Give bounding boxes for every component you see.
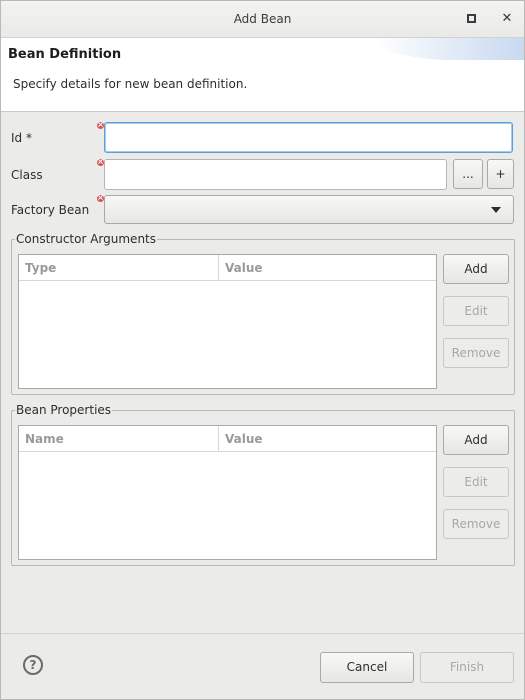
properties-edit-button[interactable]: Edit: [443, 467, 509, 497]
error-decorator-icon: [97, 191, 104, 205]
factory-bean-select[interactable]: [104, 195, 514, 224]
header-banner-graphic: [374, 38, 524, 60]
help-icon[interactable]: ?: [23, 655, 43, 675]
constructor-edit-button[interactable]: Edit: [443, 296, 509, 326]
constructor-remove-button[interactable]: Remove: [443, 338, 509, 368]
class-label: Class: [11, 168, 43, 182]
window-title: Add Bean: [233, 12, 292, 26]
table-header: Type Value: [19, 255, 436, 281]
cancel-button[interactable]: Cancel: [320, 652, 414, 683]
error-decorator-icon: [97, 118, 104, 132]
column-divider: [218, 426, 219, 451]
column-header-value[interactable]: Value: [225, 432, 263, 446]
close-icon[interactable]: ✕: [500, 12, 514, 26]
finish-button[interactable]: Finish: [420, 652, 514, 683]
page-description: Specify details for new bean definition.: [13, 77, 248, 91]
footer-divider: [1, 633, 524, 634]
error-decorator-icon: [97, 155, 104, 169]
constructor-arguments-table[interactable]: Type Value: [18, 254, 437, 389]
constructor-arguments-legend: Constructor Arguments: [15, 232, 158, 246]
column-header-type[interactable]: Type: [25, 261, 56, 275]
browse-class-button[interactable]: ...: [453, 159, 483, 189]
column-header-value[interactable]: Value: [225, 261, 263, 275]
constructor-add-button[interactable]: Add: [443, 254, 509, 284]
column-divider: [218, 255, 219, 280]
factory-bean-label: Factory Bean: [11, 203, 90, 217]
title-bar: Add Bean ✕: [1, 1, 524, 38]
add-bean-dialog: Add Bean ✕ Bean Definition Specify detai…: [0, 0, 525, 700]
new-class-button[interactable]: +: [487, 159, 514, 189]
class-input[interactable]: [104, 159, 447, 190]
column-header-name[interactable]: Name: [25, 432, 64, 446]
id-label: Id *: [11, 131, 32, 145]
bean-properties-table[interactable]: Name Value: [18, 425, 437, 560]
properties-add-button[interactable]: Add: [443, 425, 509, 455]
wizard-header: Bean Definition Specify details for new …: [1, 38, 524, 112]
page-title: Bean Definition: [8, 47, 122, 62]
chevron-down-icon: [491, 207, 501, 213]
table-header: Name Value: [19, 426, 436, 452]
bean-properties-group: Bean Properties Name Value Add Edit Remo…: [11, 403, 515, 566]
maximize-icon[interactable]: [464, 12, 478, 26]
constructor-arguments-group: Constructor Arguments Type Value Add Edi…: [11, 232, 515, 395]
properties-remove-button[interactable]: Remove: [443, 509, 509, 539]
id-input[interactable]: [104, 122, 513, 153]
bean-properties-legend: Bean Properties: [15, 403, 113, 417]
